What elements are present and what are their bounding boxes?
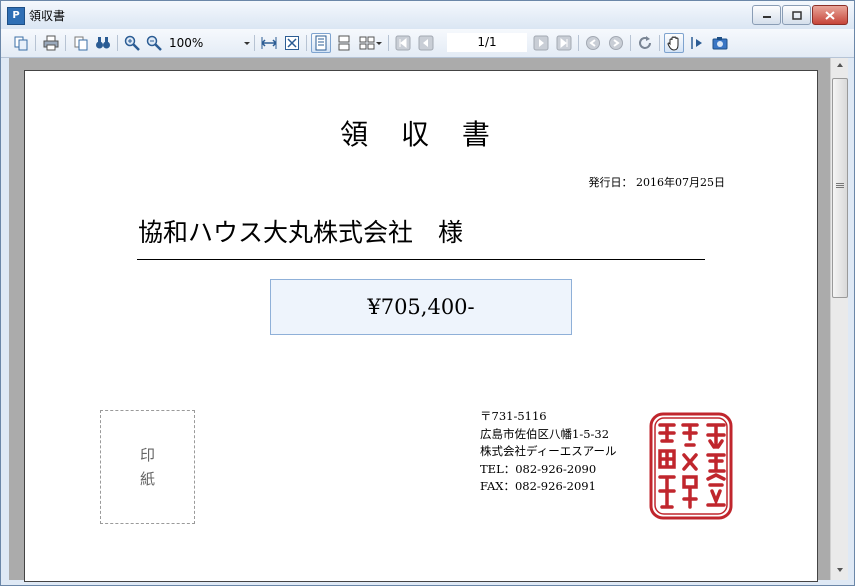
single-page-icon [315,35,327,51]
revenue-stamp-label-line-2: 紙 [139,470,155,488]
zoom-value: 100% [169,36,204,50]
first-page-icon [395,35,411,51]
window-title: 領収書 [29,9,66,23]
issuer-fax: FAX：082-926-2091 [480,479,596,493]
amount-box: ¥705,400- [270,279,572,335]
last-page-icon [556,35,572,51]
copy-icon [14,36,28,51]
fit-page-button[interactable] [282,33,302,53]
issuer-tel: TEL：082-926-2090 [480,461,597,476]
refresh-icon [639,36,651,49]
back-icon [586,36,600,50]
single-page-button[interactable] [311,33,331,53]
issue-date-label: 発行日： [588,176,633,189]
toolbar-separator [35,35,36,51]
revenue-stamp-label: 印 紙 [101,443,194,491]
hand-tool-button[interactable] [664,33,684,53]
maximize-button[interactable] [782,5,811,25]
amount-value: ¥705,400- [367,295,475,319]
refresh-button[interactable] [635,33,655,53]
maximize-icon [791,10,802,20]
continuous-page-button[interactable] [334,33,354,53]
recipient-name: 協和ハウス大丸株式会社 様 [138,218,464,247]
continuous-page-icon [338,35,350,51]
issue-date-value: 2016年07月25日 [636,176,725,189]
next-page-icon [533,35,549,51]
issuer-address: 広島市佐伯区八幡1-5-32 [480,426,610,441]
multi-page-dropdown[interactable] [374,33,384,53]
hand-icon [667,36,679,51]
title-bar: P 領収書 [1,1,854,29]
toolbar-separator [630,35,631,51]
scrollbar-grip [836,183,844,184]
snapshot-button[interactable] [710,33,730,53]
zoom-out-icon [146,35,162,51]
find-button[interactable] [93,33,113,53]
revenue-stamp-label-line-1: 印 [139,446,155,464]
fit-width-icon [261,37,277,49]
toolbar-separator [254,35,255,51]
toolbar-separator [659,35,660,51]
scroll-down-arrow[interactable] [831,563,848,580]
company-seal-icon [649,412,733,520]
binoculars-icon [96,37,110,49]
close-button[interactable] [812,5,848,25]
camera-icon [712,37,728,50]
forward-button[interactable] [606,33,626,53]
back-button[interactable] [583,33,603,53]
toolbar [1,29,854,58]
close-icon [825,10,835,20]
revenue-stamp-box: 印 紙 [100,410,195,524]
report-page: 領 収 書 発行日： 2016年07月25日 協和ハウス大丸株式会社 様 ¥70… [24,70,818,582]
issuer-postal-code: 〒731-5116 [480,409,547,423]
scroll-up-arrow[interactable] [831,58,848,75]
chevron-down-icon [836,568,843,572]
zoom-in-icon [124,35,140,51]
print-button[interactable] [41,33,61,53]
grid-icon [359,36,375,50]
document-title: 領 収 書 [340,118,502,151]
chevron-down-icon [244,42,250,45]
text-select-icon [691,37,702,49]
issue-date: 発行日： 2016年07月25日 [589,174,726,190]
minimize-button[interactable] [752,5,781,25]
printer-icon [43,35,59,51]
previous-page-button[interactable] [416,33,436,53]
issuer-company: 株式会社ディーエスアール [480,444,617,458]
previous-page-icon [418,35,434,51]
issuer-address-block: 〒731-5116 広島市佐伯区八幡1-5-32 株式会社ディーエスアール TE… [480,408,617,496]
pages-icon [74,36,88,51]
toolbar-separator [65,35,66,51]
toolbar-separator [578,35,579,51]
app-icon: P [7,7,25,25]
chevron-up-icon [836,63,843,67]
vertical-scrollbar[interactable] [830,58,848,580]
recipient-underline [137,259,705,260]
fit-width-button[interactable] [259,33,279,53]
next-page-button[interactable] [531,33,551,53]
last-page-button[interactable] [554,33,574,53]
zoom-in-button[interactable] [122,33,142,53]
copy-button[interactable] [11,33,31,53]
toolbar-separator [306,35,307,51]
document-viewport[interactable]: 領 収 書 発行日： 2016年07月25日 協和ハウス大丸株式会社 様 ¥70… [9,58,830,582]
chevron-down-icon [376,42,382,45]
minimize-icon [762,16,771,18]
toolbar-separator [117,35,118,51]
report-viewer-window: P 領収書 100% 1/1 領 収 書 発行日： 2016年07月25日 協和… [0,0,855,586]
zoom-out-button[interactable] [144,33,164,53]
page-indicator: 1/1 [477,35,497,49]
page-number-input[interactable]: 1/1 [447,33,527,52]
scrollbar-thumb[interactable] [832,78,848,298]
zoom-select[interactable]: 100% [169,34,253,52]
select-tool-button[interactable] [687,33,707,53]
fit-page-icon [285,36,299,50]
page-copy-button[interactable] [71,33,91,53]
forward-icon [609,36,623,50]
first-page-button[interactable] [393,33,413,53]
toolbar-separator [388,35,389,51]
window-controls [751,5,848,25]
